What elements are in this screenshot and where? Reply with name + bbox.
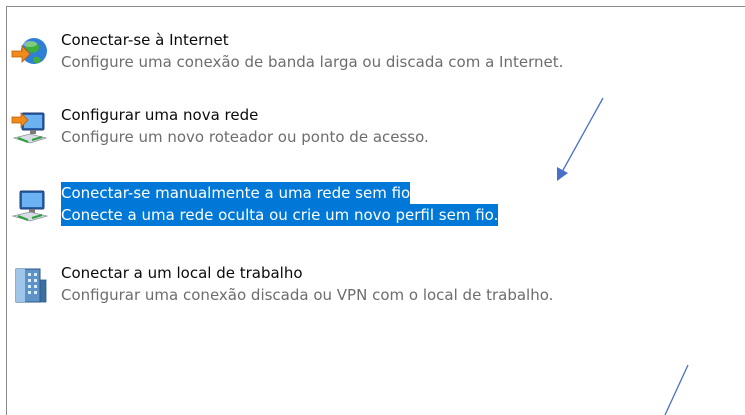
option-description: Configure um novo roteador ou ponto de a… <box>61 128 429 146</box>
option-title: Conectar-se à Internet <box>61 31 229 49</box>
option-connect-internet[interactable]: Conectar-se à Internet Configure uma con… <box>10 29 690 73</box>
option-description: Configure uma conexão de banda larga ou … <box>61 53 564 71</box>
option-title: Conectar-se manualmente a uma rede sem f… <box>61 182 411 204</box>
globe-network-icon <box>10 33 50 73</box>
option-connect-workplace[interactable]: Conectar a um local de trabalho Configur… <box>10 262 690 306</box>
wireless-computer-icon <box>10 186 50 226</box>
option-description: Conecte a uma rede oculta ou crie um nov… <box>61 204 499 226</box>
option-description: Configurar uma conexão discada ou VPN co… <box>61 286 554 304</box>
option-setup-new-network[interactable]: Configurar uma nova rede Configure um no… <box>10 104 690 148</box>
option-title: Configurar uma nova rede <box>61 106 259 124</box>
option-title: Conectar a um local de trabalho <box>61 264 303 282</box>
new-network-router-icon <box>10 108 50 148</box>
option-manual-wireless[interactable]: Conectar-se manualmente a uma rede sem f… <box>10 182 690 226</box>
workplace-building-icon <box>10 266 50 306</box>
